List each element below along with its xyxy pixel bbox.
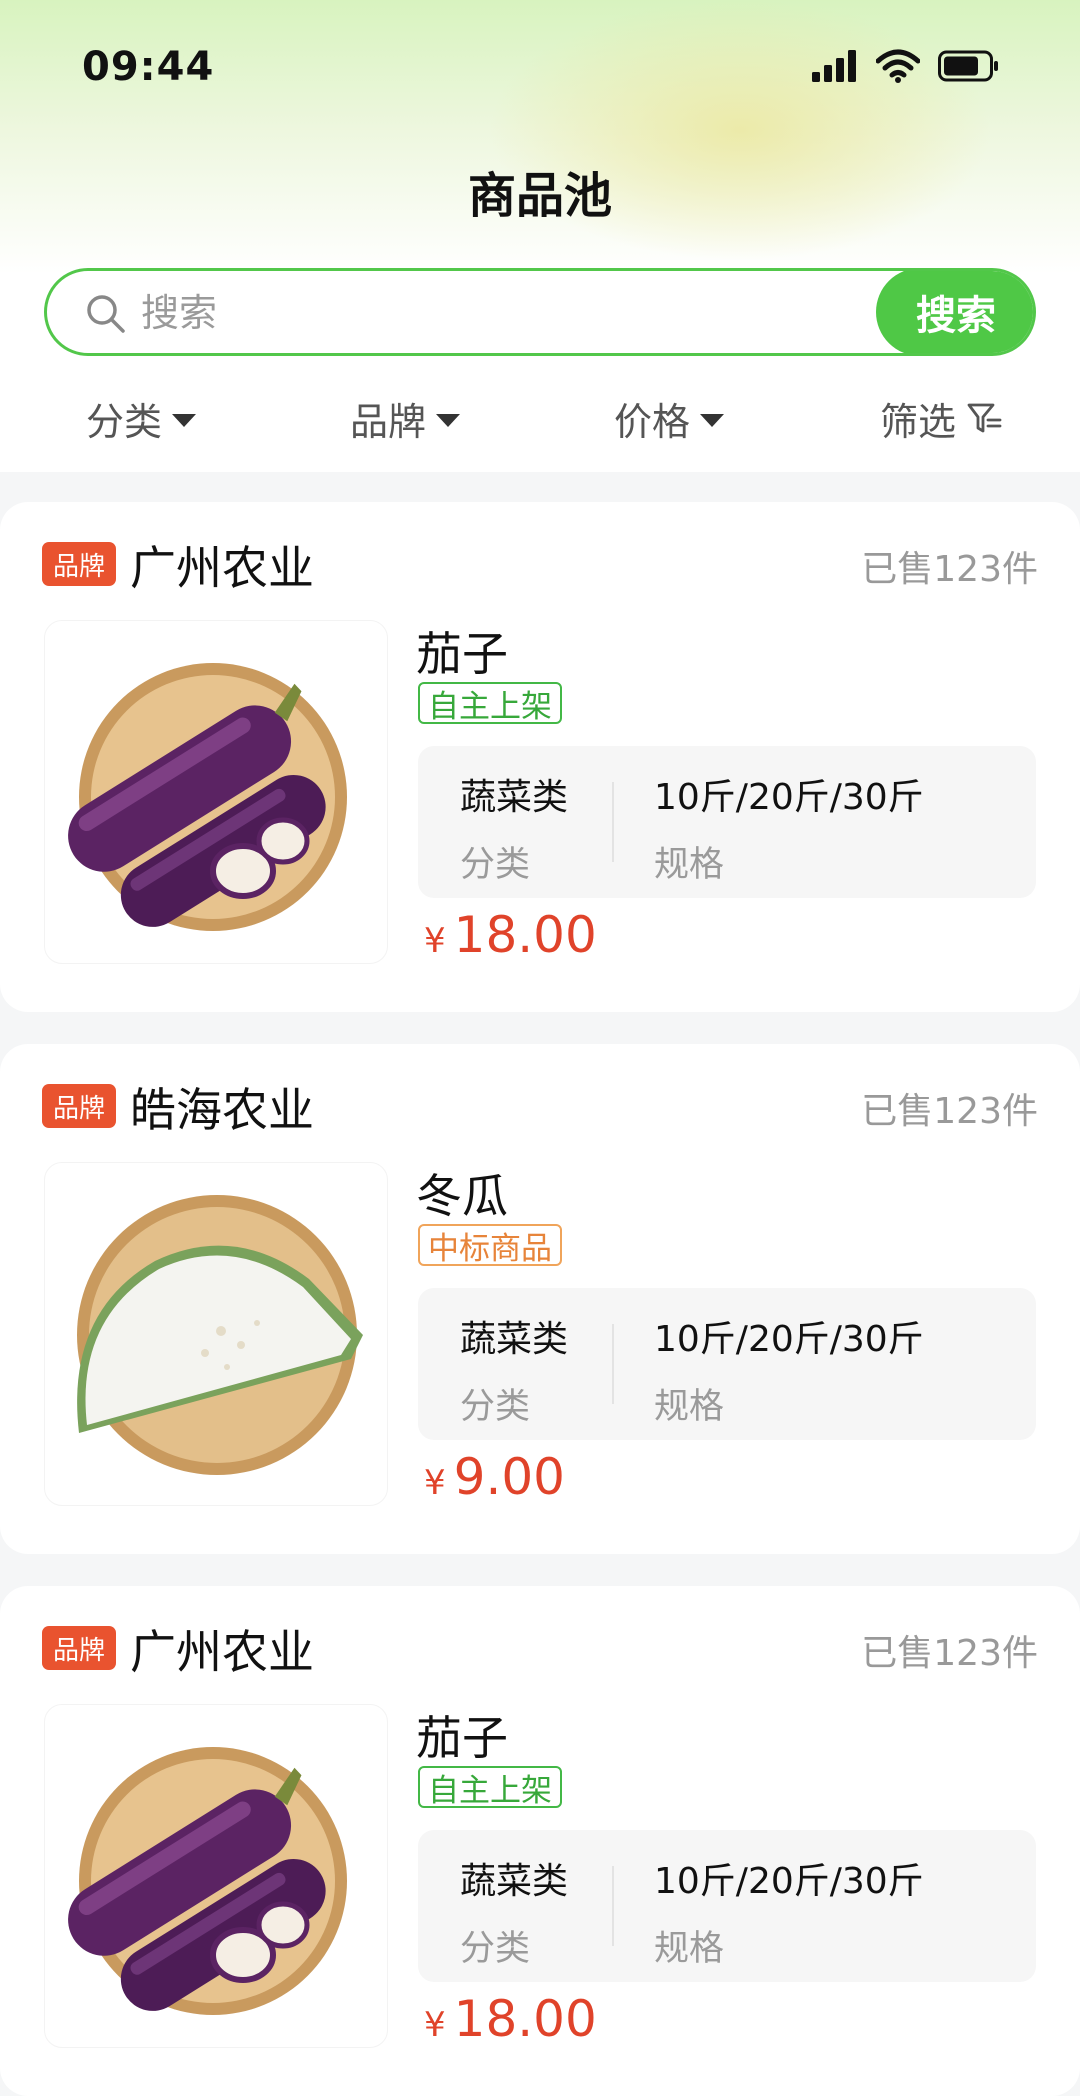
filter-label: 价格: [614, 399, 691, 444]
battery-icon: [938, 50, 1000, 86]
product-image-eggplant[interactable]: [44, 1704, 388, 2048]
price-amount: 18.00: [453, 1990, 597, 2048]
filter-label: 分类: [86, 399, 163, 444]
divider: [612, 782, 614, 862]
spec-value: 10斤/20斤/30斤: [654, 1861, 924, 1902]
product-tag: 中标商品: [418, 1224, 562, 1267]
currency-symbol: ¥: [424, 2005, 446, 2045]
brand-badge: 品牌: [42, 542, 116, 586]
filter-price[interactable]: 价格: [614, 392, 725, 444]
brand-badge: 品牌: [42, 1084, 116, 1128]
brand-name: 皓海农业: [130, 1083, 314, 1137]
product-price: ¥ 18.00: [424, 906, 597, 964]
product-card[interactable]: 品牌 皓海农业 已售123件 冬瓜 中标商品 蔬菜类 分类 10斤/20斤/30…: [0, 1044, 1080, 1554]
product-info-box: 蔬菜类 分类 10斤/20斤/30斤 规格: [418, 746, 1036, 898]
search-button[interactable]: 搜索: [876, 271, 1033, 353]
wifi-icon: [875, 49, 921, 87]
category-label: 分类: [460, 1929, 531, 1969]
header: 09:44 商品池 搜索 搜索 分类 品牌 价格 筛选: [0, 0, 1080, 472]
spec-info: 10斤/20斤/30斤 规格: [654, 1310, 924, 1429]
filter-label: 品牌: [350, 399, 427, 444]
spec-label: 规格: [654, 1929, 725, 1969]
spec-value: 10斤/20斤/30斤: [654, 777, 924, 818]
filter-label: 筛选: [880, 399, 957, 444]
product-price: ¥ 18.00: [424, 1990, 597, 2048]
caret-down-icon: [172, 413, 197, 427]
status-time: 09:44: [82, 44, 215, 90]
search-bar: 搜索: [44, 268, 1036, 356]
spec-value: 10斤/20斤/30斤: [654, 1319, 924, 1360]
filter-screen[interactable]: 筛选: [880, 392, 1002, 444]
product-card[interactable]: 品牌 广州农业 已售123件 茄子 自主上架 蔬菜类 分类 10斤/20斤/30…: [0, 502, 1080, 1012]
spec-label: 规格: [654, 1387, 725, 1427]
search-icon: [85, 293, 127, 339]
divider: [612, 1866, 614, 1946]
category-value: 蔬菜类: [460, 1319, 569, 1360]
product-card[interactable]: 品牌 广州农业 已售123件 茄子 自主上架 蔬菜类 分类 10斤/20斤/30…: [0, 1586, 1080, 2096]
category-label: 分类: [460, 1387, 531, 1427]
caret-down-icon: [436, 413, 461, 427]
brand-name: 广州农业: [130, 541, 314, 595]
status-icons: [812, 49, 1000, 87]
sold-count: 已售123件: [861, 1633, 1038, 1674]
category-value: 蔬菜类: [460, 1861, 569, 1902]
price-amount: 18.00: [453, 906, 597, 964]
product-info-box: 蔬菜类 分类 10斤/20斤/30斤 规格: [418, 1288, 1036, 1440]
brand-badge: 品牌: [42, 1626, 116, 1670]
category-value: 蔬菜类: [460, 777, 569, 818]
category-info: 蔬菜类 分类: [460, 768, 568, 887]
product-info-box: 蔬菜类 分类 10斤/20斤/30斤 规格: [418, 1830, 1036, 1982]
product-image-winter-melon[interactable]: [44, 1162, 388, 1506]
filter-category[interactable]: 分类: [86, 392, 197, 444]
spec-info: 10斤/20斤/30斤 规格: [654, 1852, 924, 1971]
currency-symbol: ¥: [424, 1463, 446, 1503]
spec-label: 规格: [654, 845, 725, 885]
filter-bar: 分类 品牌 价格 筛选: [0, 378, 1080, 458]
caret-down-icon: [700, 413, 725, 427]
product-tag: 自主上架: [418, 682, 562, 725]
currency-symbol: ¥: [424, 921, 446, 961]
product-name: 茄子: [416, 1711, 508, 1765]
product-tag: 自主上架: [418, 1766, 562, 1809]
filter-icon: [966, 400, 1002, 436]
signal-icon: [812, 50, 858, 86]
sold-count: 已售123件: [861, 549, 1038, 590]
category-info: 蔬菜类 分类: [460, 1852, 568, 1971]
product-name: 冬瓜: [416, 1169, 508, 1223]
product-image-eggplant[interactable]: [44, 620, 388, 964]
product-name: 茄子: [416, 627, 508, 681]
search-input[interactable]: [139, 271, 703, 353]
page-title: 商品池: [467, 168, 612, 224]
spec-info: 10斤/20斤/30斤 规格: [654, 768, 924, 887]
brand-name: 广州农业: [130, 1625, 314, 1679]
product-price: ¥ 9.00: [424, 1448, 565, 1506]
sold-count: 已售123件: [861, 1091, 1038, 1132]
category-info: 蔬菜类 分类: [460, 1310, 568, 1429]
divider: [612, 1324, 614, 1404]
price-amount: 9.00: [453, 1448, 565, 1506]
filter-brand[interactable]: 品牌: [350, 392, 461, 444]
category-label: 分类: [460, 845, 531, 885]
